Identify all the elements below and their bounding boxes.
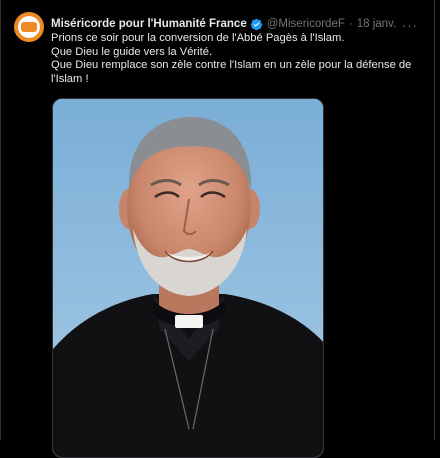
tweet-header: Miséricorde pour l'Humanité France @Mise… xyxy=(51,16,431,32)
author-handle[interactable]: @MisericordeF xyxy=(267,18,345,30)
tweet-timeline: Miséricorde pour l'Humanité France @Mise… xyxy=(0,0,440,458)
tweet-text-line: Prions ce soir pour la conversion de l'A… xyxy=(51,32,345,44)
photo-priest-portrait xyxy=(53,99,323,457)
column-divider-left xyxy=(0,0,1,440)
more-options-icon[interactable]: ··· xyxy=(402,18,418,33)
tweet-text-line: Que Dieu le guide vers la Vérité. xyxy=(51,45,213,58)
tweet-photo[interactable] xyxy=(52,98,324,458)
author-name[interactable]: Miséricorde pour l'Humanité France xyxy=(51,18,247,30)
tweet-text-line: Que Dieu remplace son zèle contre l'Isla… xyxy=(51,59,412,85)
verified-badge-icon xyxy=(250,18,262,30)
avatar-logo xyxy=(18,16,40,38)
header-separator: · xyxy=(348,18,353,30)
tweet-text: Prions ce soir pour la conversion de l'A… xyxy=(51,32,421,86)
avatar[interactable] xyxy=(14,12,44,42)
tweet-date[interactable]: 18 janv. xyxy=(357,18,396,30)
column-divider-right xyxy=(434,0,435,440)
